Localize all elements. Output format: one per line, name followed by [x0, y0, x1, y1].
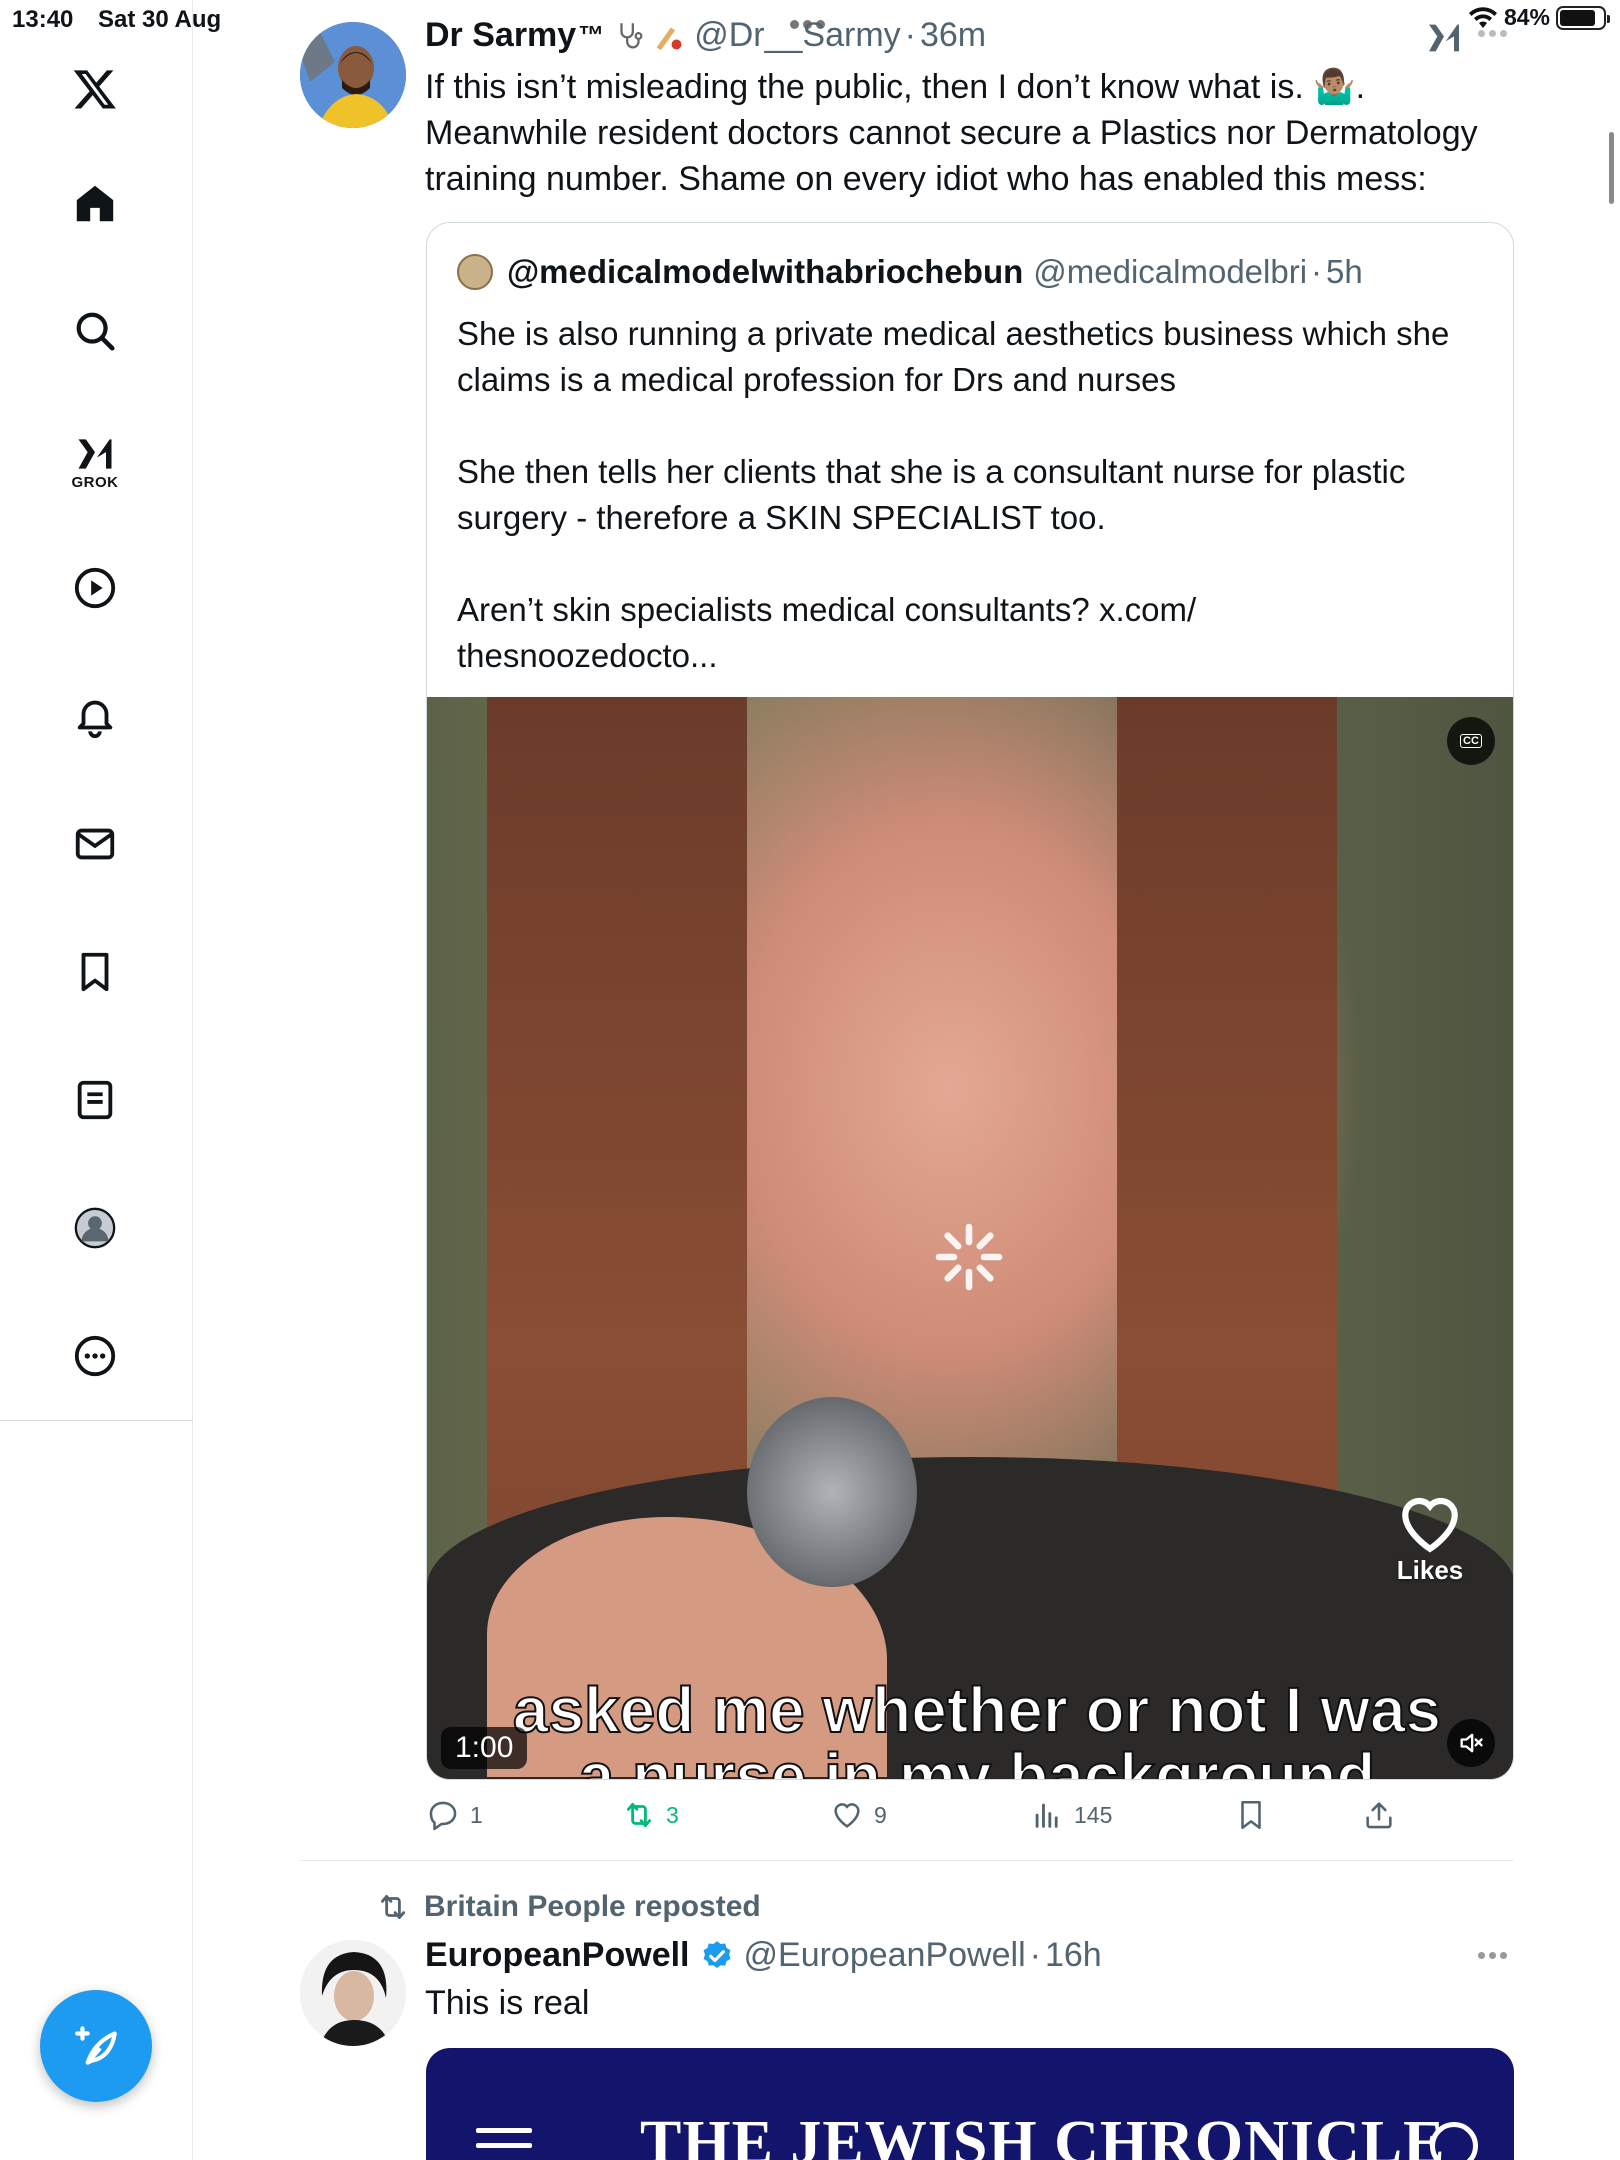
avatar[interactable]: [300, 22, 406, 128]
reply-icon: [429, 1801, 457, 1831]
tweet-text: This is real: [425, 1984, 590, 2022]
quote-timestamp: 5h: [1326, 253, 1363, 290]
tweet-more-icon[interactable]: [1478, 1952, 1507, 1959]
loading-spinner-icon: [935, 1223, 1003, 1291]
repost-button[interactable]: 3: [622, 1798, 679, 1832]
grok-icon[interactable]: GROK: [58, 424, 132, 498]
author-handle[interactable]: @Dr__Sarmy: [694, 16, 900, 55]
tweet-more-icon[interactable]: [1478, 30, 1510, 40]
messages-icon[interactable]: [58, 807, 132, 881]
tweet-actions: 1 3 9 145: [426, 1798, 1514, 1842]
cricket-emoji-icon: [656, 27, 682, 50]
reply-count: 1: [470, 1801, 483, 1828]
tweet-header: Dr Sarmy ™ @Dr__Sarmy · 36m: [425, 16, 986, 55]
quote-text: She is also running a private medical ae…: [457, 315, 1450, 674]
repost-icon: [380, 1894, 406, 1920]
share-button[interactable]: [1362, 1798, 1396, 1832]
compose-button[interactable]: [40, 1990, 152, 2102]
home-icon[interactable]: [58, 167, 132, 241]
video-duration: 1:00: [441, 1727, 528, 1769]
video-frame: [747, 1397, 917, 1587]
heart-icon: [834, 1803, 860, 1828]
video-player[interactable]: CC Likes asked me whether or not I was a…: [427, 697, 1513, 1780]
avatar[interactable]: [300, 1940, 406, 2046]
battery-icon: [1556, 5, 1610, 30]
author-name[interactable]: EuropeanPowell: [425, 1936, 690, 1975]
timestamp[interactable]: 16h: [1045, 1936, 1102, 1975]
captions-label: CC: [1460, 734, 1482, 748]
repost-icon: [626, 1802, 652, 1828]
battery-percent: 84%: [1503, 4, 1550, 30]
captions-button[interactable]: CC: [1447, 717, 1495, 765]
image-card[interactable]: THE JEWISH CHRONICLE: [426, 2048, 1514, 2160]
card-title: THE JEWISH CHRONICLE: [640, 2109, 1446, 2160]
views-chart-icon: [1035, 1803, 1058, 1828]
quote-avatar: [457, 254, 493, 290]
search-icon[interactable]: [58, 294, 132, 368]
reply-button[interactable]: 1: [426, 1798, 483, 1832]
quote-author-handle: @medicalmodelbri: [1033, 253, 1308, 290]
separator-dot: ·: [1311, 253, 1323, 290]
x-logo-icon[interactable]: [58, 52, 132, 126]
bookmark-button[interactable]: [1234, 1798, 1268, 1832]
quote-author-name: @medicalmodelwithabriochebun: [507, 253, 1024, 290]
like-button[interactable]: 9: [830, 1798, 887, 1832]
tweet-divider: [300, 1860, 1514, 1861]
wifi-icon: [1468, 6, 1497, 28]
tweet-header: EuropeanPowell @EuropeanPowell · 16h: [425, 1936, 1102, 1975]
more-icon[interactable]: [58, 1319, 132, 1393]
video-caption: asked me whether or not I was a nurse in…: [512, 1674, 1442, 1780]
heart-icon: [1402, 1497, 1458, 1553]
video-likes-overlay: Likes: [1385, 1487, 1475, 1586]
video-icon[interactable]: [58, 551, 132, 625]
search-icon: [1430, 2122, 1478, 2160]
grok-label: GROK: [71, 473, 119, 491]
repost-context: Britain People reposted: [376, 1890, 761, 1924]
notifications-icon[interactable]: [58, 679, 132, 753]
quote-tweet[interactable]: @medicalmodelwithabriochebun @medicalmod…: [426, 222, 1514, 1780]
tweet-text: If this isn’t misleading the public, the…: [425, 68, 1478, 198]
repost-count: 3: [666, 1801, 679, 1828]
mute-button[interactable]: [1447, 1719, 1495, 1767]
scrollbar[interactable]: [1609, 132, 1614, 204]
views-button[interactable]: 145: [1030, 1798, 1112, 1832]
separator-dot: ·: [904, 16, 916, 54]
view-count: 145: [1074, 1801, 1113, 1828]
share-icon: [1366, 1802, 1392, 1829]
stethoscope-emoji-icon: [620, 22, 643, 48]
profile-icon[interactable]: [58, 1191, 132, 1265]
author-name-suffix: ™: [578, 20, 605, 50]
likes-overlay-label: Likes: [1396, 1555, 1464, 1585]
sidebar-divider: [0, 1420, 193, 1421]
hamburger-menu-icon: [476, 2128, 532, 2158]
sidebar: GROK: [0, 0, 193, 2160]
separator-dot: ·: [1029, 1936, 1041, 1974]
timestamp[interactable]: 36m: [920, 16, 986, 55]
feather-plus-icon: [75, 2026, 117, 2065]
repost-label[interactable]: Britain People reposted: [424, 1890, 761, 1924]
author-handle[interactable]: @EuropeanPowell: [744, 1936, 1026, 1975]
verified-badge-icon: [703, 1940, 730, 1968]
bookmarks-icon[interactable]: [58, 935, 132, 1009]
quote-header: @medicalmodelwithabriochebun @medicalmod…: [457, 253, 1363, 291]
like-count: 9: [874, 1801, 887, 1828]
grok-shortcut-icon[interactable]: [1424, 18, 1464, 58]
muted-speaker-icon: [1460, 1733, 1483, 1753]
bookmark-icon: [1241, 1800, 1261, 1830]
author-name[interactable]: Dr Sarmy: [425, 16, 576, 55]
lists-icon[interactable]: [58, 1063, 132, 1137]
